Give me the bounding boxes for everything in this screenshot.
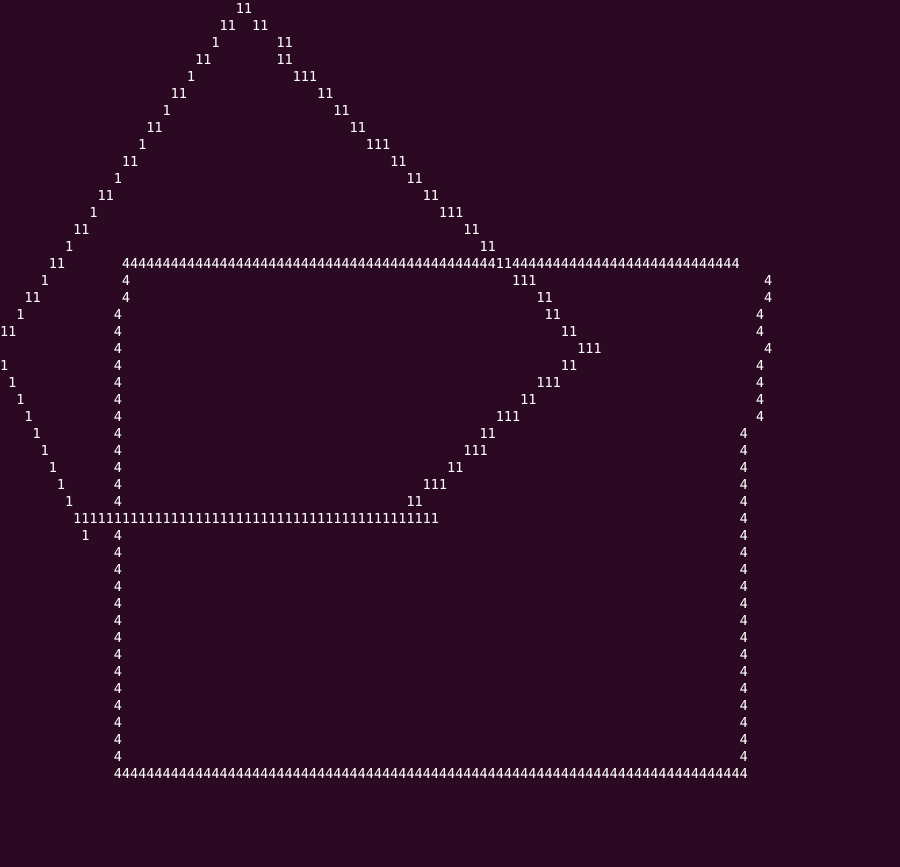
terminal-line: 11 11	[0, 86, 334, 102]
terminal-line: 1 4 11 4	[0, 392, 765, 408]
terminal-line: 11 4444444444444444444444444444444444444…	[0, 256, 740, 272]
terminal-line: 11 11	[0, 18, 269, 34]
terminal-line: 1 4 111 4	[0, 409, 765, 425]
terminal-output: 11 11 11 1 11 11 11 1 111 11 11 1 11 11 …	[0, 1, 772, 783]
terminal-line: 4444444444444444444444444444444444444444…	[0, 766, 748, 782]
terminal-line: 4 4	[0, 647, 748, 663]
terminal-line: 4 111 4	[0, 341, 773, 357]
terminal-line: 4 4	[0, 562, 748, 578]
terminal-line: 4 4	[0, 596, 748, 612]
terminal-line: 4 4	[0, 545, 748, 561]
terminal-line: 4 4	[0, 698, 748, 714]
terminal-line: 1 4 111 4	[0, 375, 765, 391]
terminal-line: 1 11	[0, 171, 423, 187]
terminal-line: 1111111111111111111111111111111111111111…	[0, 511, 748, 527]
terminal-line: 1 4 11 4	[0, 494, 748, 510]
terminal-line: 1 4 11 4	[0, 307, 765, 323]
terminal-line: 1 111	[0, 205, 464, 221]
terminal-line: 1 4 4	[0, 528, 748, 544]
terminal-line: 4 4	[0, 613, 748, 629]
terminal-window[interactable]: 11 11 11 1 11 11 11 1 111 11 11 1 11 11 …	[0, 0, 900, 867]
terminal-line: 1 111	[0, 137, 391, 153]
terminal-line: 1 4 111 4	[0, 477, 748, 493]
terminal-line: 4 4	[0, 732, 748, 748]
terminal-line: 1 111	[0, 69, 317, 85]
terminal-line: 1 4 11 4	[0, 358, 765, 374]
terminal-line: 11	[0, 1, 252, 17]
terminal-line: 11 11	[0, 222, 480, 238]
terminal-line: 11 11	[0, 52, 293, 68]
terminal-line: 4 4	[0, 681, 748, 697]
terminal-line: 4 4	[0, 749, 748, 765]
terminal-line: 11 11	[0, 120, 366, 136]
terminal-line: 11 4 11 4	[0, 290, 773, 306]
terminal-line: 1 11	[0, 35, 293, 51]
terminal-line: 4 4	[0, 715, 748, 731]
terminal-line: 11 11	[0, 188, 439, 204]
terminal-line: 4 4	[0, 579, 748, 595]
terminal-line: 4 4	[0, 630, 748, 646]
terminal-line: 4 4	[0, 664, 748, 680]
terminal-line: 1 4 11 4	[0, 460, 748, 476]
terminal-line: 1 11	[0, 239, 496, 255]
terminal-line: 11 11	[0, 154, 407, 170]
terminal-line: 1 4 111 4	[0, 443, 748, 459]
terminal-line: 1 11	[0, 103, 350, 119]
terminal-line: 1 4 111 4	[0, 273, 773, 289]
terminal-line: 1 4 11 4	[0, 426, 748, 442]
terminal-line: 11 4 11 4	[0, 324, 765, 340]
